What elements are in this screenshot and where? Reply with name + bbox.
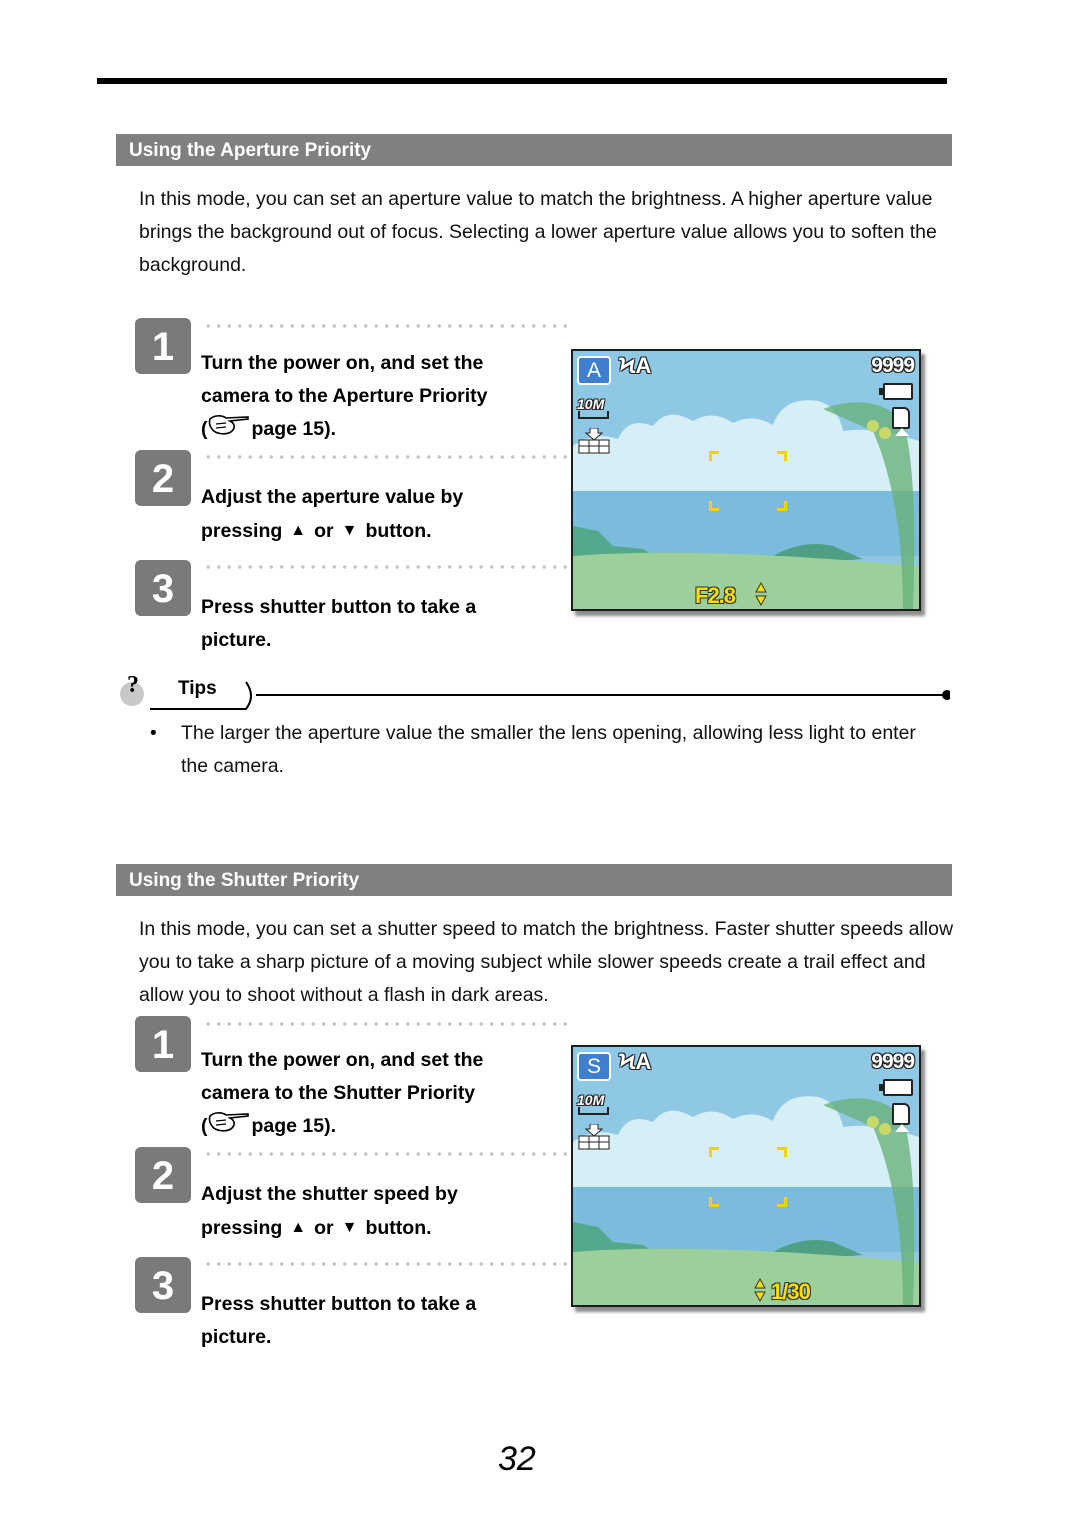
step-badge-2: 2 <box>135 450 191 506</box>
step-3-text: Press shutter button to take a picture. <box>201 1288 561 1354</box>
question-icon: ? <box>120 673 144 706</box>
shots-remaining: 9999 <box>871 354 915 377</box>
page-number: 32 <box>498 1440 536 1478</box>
button-label: button. <box>365 520 432 542</box>
pointing-hand-icon <box>208 1112 249 1132</box>
step-line: Turn the power on, and set the <box>201 1049 484 1071</box>
step-2-text: Adjust the aperture value by pressing ▲ or… <box>201 481 561 548</box>
up-arrow-icon: ▲ <box>290 522 307 539</box>
camera-lcd-preview-aperture: A ϞA 9999 10M F2.8 <box>571 349 921 611</box>
step-3-text: Press shutter button to take a picture. <box>201 591 561 657</box>
pressing-label: pressing <box>201 1217 283 1239</box>
tip-item: The larger the aperture value the smalle… <box>181 722 916 777</box>
step-divider <box>203 1262 571 1266</box>
beach-scene-image <box>573 351 919 609</box>
bullet-icon: • <box>150 723 157 744</box>
step-line: camera to the Aperture Priority <box>201 385 488 407</box>
pressing-label: pressing <box>201 520 283 542</box>
step-badge-2: 2 <box>135 1147 191 1203</box>
card-arrow-icon <box>895 1124 909 1132</box>
step-line: pressing ▲ or ▼ button. <box>201 514 561 548</box>
or-label: or <box>314 520 334 542</box>
step-divider <box>203 324 571 328</box>
mode-badge: A <box>577 356 611 385</box>
resolution-icon: 10M <box>577 1092 605 1108</box>
step-line: pressing ▲ or ▼ button. <box>201 1211 561 1245</box>
shutter-intro: In this mode, you can set a shutter spee… <box>139 918 954 1006</box>
button-label: button. <box>365 1217 432 1239</box>
step-line: Adjust the aperture value by <box>201 486 464 508</box>
step-line: picture. <box>201 1326 272 1348</box>
pointing-hand-icon <box>208 415 249 435</box>
step-divider <box>203 1152 571 1156</box>
step-divider <box>203 1022 571 1026</box>
shutter-speed-value: 1/30 <box>771 1279 811 1304</box>
aperture-intro: In this mode, you can set an aperture va… <box>139 188 937 276</box>
flash-auto-icon: ϞA <box>619 1049 652 1074</box>
or-label: or <box>314 1217 334 1239</box>
step-badge-3: 3 <box>135 560 191 616</box>
up-down-arrows-icon <box>754 1278 766 1302</box>
page-reference[interactable]: (page 15). <box>201 413 561 446</box>
memory-card-icon <box>892 1103 910 1125</box>
section-header-aperture: Using the Aperture Priority <box>116 134 952 166</box>
up-down-arrows-icon <box>755 582 767 606</box>
battery-icon <box>879 383 913 400</box>
aperture-value: F2.8 <box>695 583 736 608</box>
memory-card-icon <box>892 407 910 429</box>
tips-label: Tips <box>178 678 217 699</box>
quality-icon <box>578 1124 610 1150</box>
down-arrow-icon: ▼ <box>341 1219 358 1236</box>
step-divider <box>203 565 571 569</box>
step-1-text: Turn the power on, and set the camera to… <box>201 1044 561 1143</box>
focus-bracket <box>709 1197 719 1207</box>
step-line: Press shutter button to take a <box>201 1293 477 1315</box>
step-line: camera to the Shutter Priority <box>201 1082 476 1104</box>
down-arrow-icon: ▼ <box>341 522 358 539</box>
step-badge-1: 1 <box>135 1016 191 1072</box>
flash-auto-icon: ϞA <box>619 353 652 378</box>
step-badge-3: 3 <box>135 1257 191 1313</box>
card-arrow-icon <box>895 428 909 436</box>
section-header-shutter: Using the Shutter Priority <box>116 864 952 896</box>
resolution-frame <box>578 1107 609 1115</box>
shots-remaining: 9999 <box>871 1050 915 1073</box>
focus-bracket <box>709 1147 719 1157</box>
step-line: Adjust the shutter speed by <box>201 1183 458 1205</box>
page-ref-text: page 15). <box>251 1115 337 1137</box>
tips-divider <box>150 681 950 710</box>
resolution-icon: 10M <box>577 396 605 412</box>
up-arrow-icon: ▲ <box>290 1219 307 1236</box>
focus-bracket <box>777 1147 787 1157</box>
step-line: picture. <box>201 629 272 651</box>
svg-text:?: ? <box>127 673 139 698</box>
battery-icon <box>879 1079 913 1096</box>
focus-bracket <box>709 451 719 461</box>
step-line: Press shutter button to take a <box>201 596 477 618</box>
focus-bracket <box>777 501 787 511</box>
page-reference[interactable]: (page 15). <box>201 1110 561 1143</box>
quality-icon <box>578 428 610 454</box>
focus-bracket <box>709 501 719 511</box>
resolution-frame <box>578 411 609 419</box>
step-2-text: Adjust the shutter speed by pressing ▲ or ▼… <box>201 1178 561 1245</box>
beach-scene-image <box>573 1047 919 1305</box>
step-line: Turn the power on, and set the <box>201 352 484 374</box>
step-1-text: Turn the power on, and set the camera to… <box>201 347 561 446</box>
focus-bracket <box>777 451 787 461</box>
focus-bracket <box>777 1197 787 1207</box>
step-badge-1: 1 <box>135 318 191 374</box>
page-ref-text: page 15). <box>251 418 337 440</box>
top-rule <box>97 78 947 84</box>
camera-lcd-preview-shutter: S ϞA 9999 10M 1/30 <box>571 1045 921 1307</box>
step-divider <box>203 455 571 459</box>
mode-badge: S <box>577 1052 611 1081</box>
